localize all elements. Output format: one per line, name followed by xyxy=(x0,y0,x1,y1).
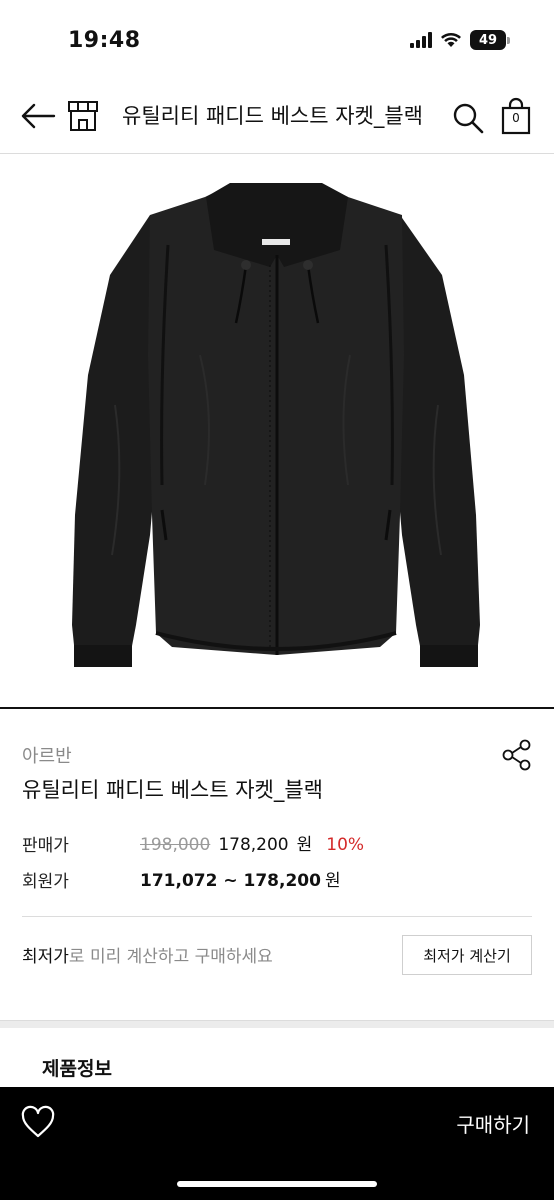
heart-icon[interactable] xyxy=(20,1105,56,1139)
share-icon[interactable] xyxy=(500,738,534,772)
shopping-bag-icon[interactable]: 0 xyxy=(498,96,534,136)
member-price: 171,072 ~ 178,200 원 xyxy=(140,866,341,891)
wifi-icon xyxy=(441,33,461,47)
page-title: 유틸리티 패디드 베스트 자켓_블랙 xyxy=(122,104,424,128)
buy-button[interactable]: 구매하기 xyxy=(456,1109,530,1138)
status-bar: 19:48 49 xyxy=(0,0,554,80)
lowest-price-text: 최저가로 미리 계산하고 구매하세요 xyxy=(22,942,273,967)
divider xyxy=(0,707,554,709)
signal-icon xyxy=(410,32,432,48)
member-price-label: 회원가 xyxy=(22,872,69,892)
status-time: 19:48 xyxy=(68,28,141,53)
jacket-left-sleeve xyxy=(72,215,162,667)
store-home-icon[interactable] xyxy=(66,98,100,134)
price-row: 198,000 178,200 원 10% xyxy=(140,830,364,855)
product-info-tab[interactable]: 제품정보 xyxy=(42,1054,112,1081)
back-arrow-icon[interactable] xyxy=(18,98,58,134)
lowest-price-strong: 최저가 xyxy=(22,947,69,967)
battery-level: 49 xyxy=(470,30,506,50)
search-icon[interactable] xyxy=(450,100,486,136)
product-name: 유틸리티 패디드 베스트 자켓_블랙 xyxy=(22,778,324,802)
member-price-range: 171,072 ~ 178,200 xyxy=(140,871,321,891)
brand-name[interactable]: 아르반 xyxy=(22,742,72,768)
status-icons: 49 xyxy=(410,30,510,50)
product-image[interactable] xyxy=(0,155,554,707)
cart-count: 0 xyxy=(512,111,520,125)
lowest-price-calculator-button[interactable]: 최저가 계산기 xyxy=(402,935,532,975)
lowest-price-rest: 로 미리 계산하고 구매하세요 xyxy=(68,947,273,967)
app-header: 유틸리티 패디드 베스트 자켓_블랙 0 xyxy=(0,80,554,154)
home-indicator xyxy=(177,1181,377,1187)
original-price: 198,000 xyxy=(140,835,211,855)
currency-unit: 원 xyxy=(296,835,313,855)
bottom-action-bar: 구매하기 xyxy=(0,1087,554,1200)
divider xyxy=(22,916,532,917)
section-divider xyxy=(0,1020,554,1028)
member-currency-unit: 원 xyxy=(324,871,341,891)
battery-icon: 49 xyxy=(470,30,510,50)
sale-price: 178,200 xyxy=(218,835,289,855)
discount-rate: 10% xyxy=(326,835,365,855)
price-label: 판매가 xyxy=(22,836,69,856)
